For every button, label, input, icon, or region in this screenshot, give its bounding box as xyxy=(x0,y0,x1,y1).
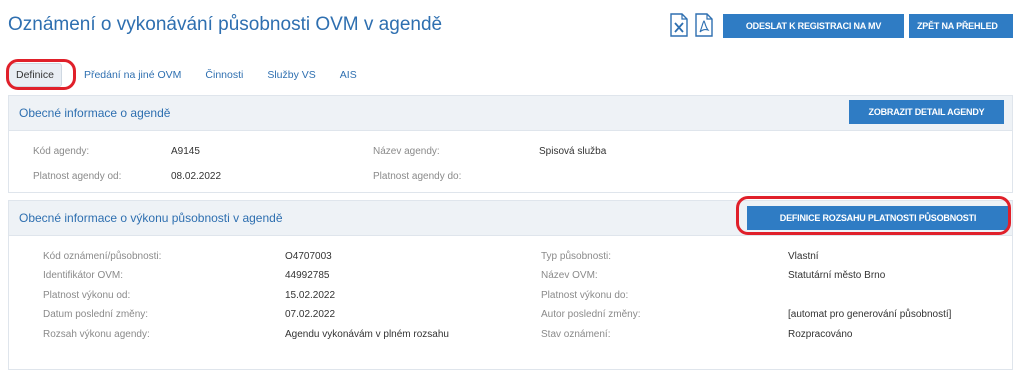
agenda-code-value: A9145 xyxy=(171,146,200,157)
type-value: Vlastní xyxy=(788,251,819,262)
tab-highlight-annotation xyxy=(6,59,76,90)
agenda-code-label: Kód agendy: xyxy=(33,146,90,157)
ovm-name-value: Statutární město Brno xyxy=(788,270,886,281)
agenda-valid-from-value: 08.02.2022 xyxy=(171,171,222,182)
notice-code-label: Kód oznámení/působnosti: xyxy=(43,251,162,262)
scope-value: Agendu vykonávám v plném rozsahu xyxy=(285,329,449,340)
tab-ais[interactable]: AIS xyxy=(340,69,357,81)
notice-code-value: O4707003 xyxy=(285,251,332,262)
agenda-name-label: Název agendy: xyxy=(373,146,440,157)
state-label: Stav oznámení: xyxy=(541,329,611,340)
state-value: Rozpracováno xyxy=(788,329,853,340)
tab-predani[interactable]: Předání na jiné OVM xyxy=(84,69,181,81)
author-value: [automat pro generování působností] xyxy=(788,309,952,320)
agenda-info-section: Obecné informace o agendě ZOBRAZIT DETAI… xyxy=(8,95,1013,193)
show-agenda-detail-button[interactable]: ZOBRAZIT DETAIL AGENDY xyxy=(849,100,1004,124)
ovm-name-label: Název OVM: xyxy=(541,270,598,281)
back-to-overview-button[interactable]: ZPĚT NA PŘEHLED xyxy=(909,14,1013,38)
exec-from-label: Platnost výkonu od: xyxy=(43,290,131,301)
send-to-registration-button[interactable]: ODESLAT K REGISTRACI NA MV xyxy=(723,14,904,38)
button-highlight-annotation xyxy=(736,196,1011,235)
agenda-valid-to-label: Platnost agendy do: xyxy=(373,171,462,182)
last-change-label: Datum poslední změny: xyxy=(43,309,149,320)
agenda-name-value: Spisová služba xyxy=(539,146,607,157)
agenda-valid-from-label: Platnost agendy od: xyxy=(33,171,122,182)
ovm-id-value: 44992785 xyxy=(285,270,330,281)
agenda-section-header: Obecné informace o agendě ZOBRAZIT DETAI… xyxy=(9,96,1012,131)
tab-sluzby-vs[interactable]: Služby VS xyxy=(267,69,315,81)
scope-label: Rozsah výkonu agendy: xyxy=(43,329,150,340)
type-label: Typ působnosti: xyxy=(541,251,612,262)
agenda-section-title: Obecné informace o agendě xyxy=(19,106,171,120)
tab-cinnosti[interactable]: Činnosti xyxy=(205,69,243,81)
exec-to-label: Platnost výkonu do: xyxy=(541,290,629,301)
last-change-value: 07.02.2022 xyxy=(285,309,336,320)
author-label: Autor poslední změny: xyxy=(541,309,641,320)
exec-from-value: 15.02.2022 xyxy=(285,290,336,301)
page-title: Oznámení o vykonávání působnosti OVM v a… xyxy=(8,14,443,35)
pdf-icon[interactable] xyxy=(694,13,714,37)
excel-icon[interactable] xyxy=(669,13,689,37)
execution-section-title: Obecné informace o výkonu působnosti v a… xyxy=(19,211,283,225)
ovm-id-label: Identifikátor OVM: xyxy=(43,270,124,281)
